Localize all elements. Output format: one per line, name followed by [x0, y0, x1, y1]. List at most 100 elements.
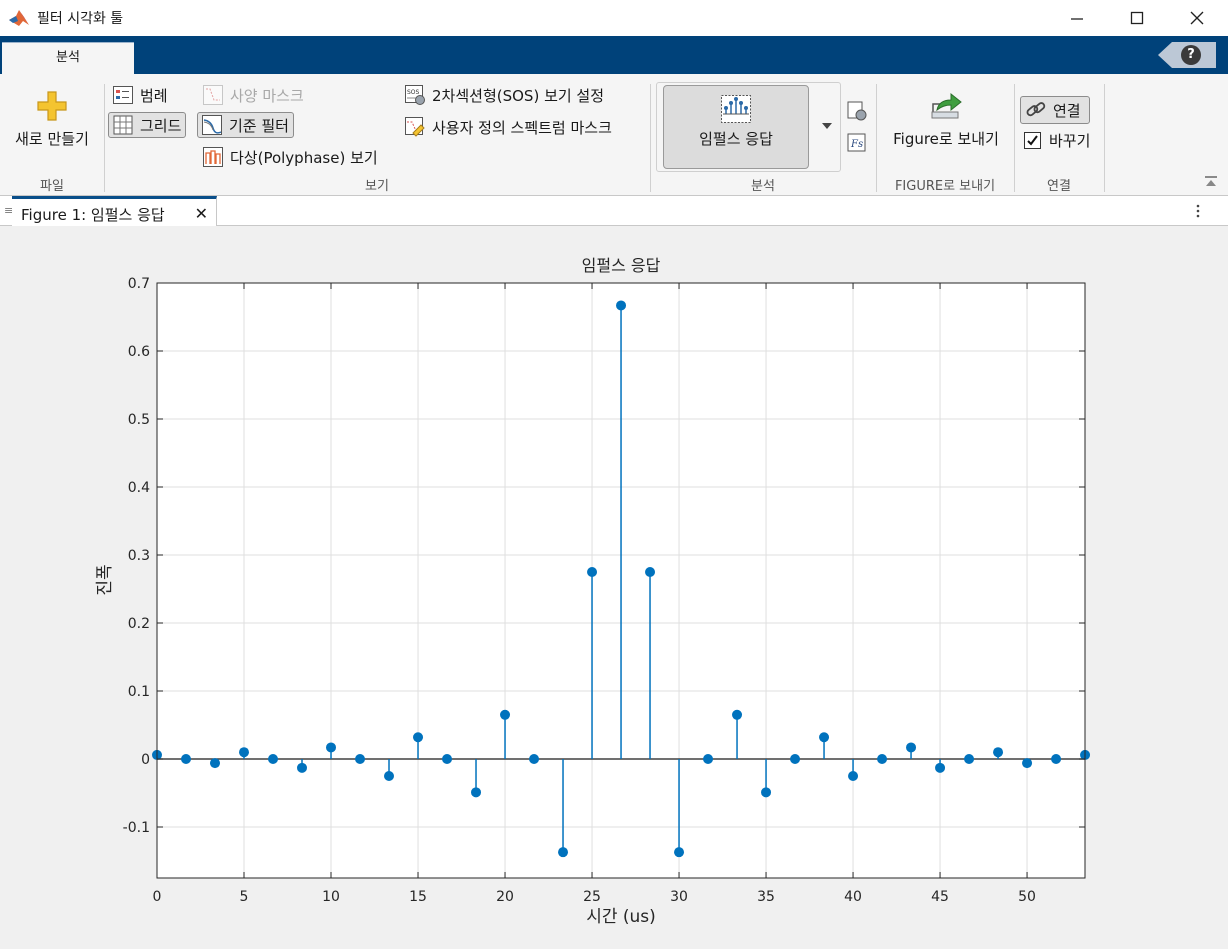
- close-icon: [1190, 11, 1204, 25]
- stem-marker[interactable]: [906, 742, 917, 753]
- sample-rate-button[interactable]: Fs: [846, 132, 874, 154]
- export-figure-label: Figure로 보내기: [893, 130, 999, 148]
- stem-marker[interactable]: [413, 732, 424, 743]
- impulse-response-icon: [721, 95, 751, 123]
- sample-rate-icon: Fs: [847, 133, 866, 152]
- close-button[interactable]: [1167, 0, 1227, 36]
- x-tick-label: 35: [757, 889, 775, 905]
- stem-marker[interactable]: [529, 754, 540, 764]
- stem-marker[interactable]: [1022, 758, 1033, 769]
- x-tick-label: 45: [931, 889, 949, 905]
- legend-label: 범례: [140, 86, 168, 105]
- help-icon: ?: [1181, 45, 1201, 65]
- sos-view-settings-button[interactable]: SOS 2차섹션형(SOS) 보기 설정: [404, 84, 604, 106]
- window-title: 필터 시각화 툴: [37, 11, 124, 27]
- link-label: 연결: [1053, 101, 1081, 120]
- section-label-analysis: 분석: [751, 179, 775, 194]
- section-label-file: 파일: [40, 179, 64, 194]
- polyphase-view-button[interactable]: 다상(Polyphase) 보기: [202, 146, 378, 168]
- new-button[interactable]: 새로 만들기: [6, 88, 98, 158]
- impulse-response-label: 임펄스 응답: [699, 130, 773, 148]
- y-tick-label: -0.1: [123, 820, 150, 836]
- figure-canvas: 0 5 10 15 20 25 30 35 40 45 50 -0.1 0 0.1 0.2 0.3 0.4 0.…: [0, 227, 1228, 949]
- stem-marker[interactable]: [877, 754, 888, 764]
- document-tab-bar: ≡ Figure 1: 임펄스 응답 ✕: [0, 196, 1228, 226]
- tab-analysis[interactable]: 분석: [2, 42, 134, 74]
- stem-marker[interactable]: [790, 754, 801, 764]
- replace-checkbox[interactable]: 바꾸기: [1024, 130, 1090, 151]
- stem-marker[interactable]: [732, 709, 743, 720]
- stem-marker[interactable]: [297, 762, 308, 773]
- link-button[interactable]: 연결: [1020, 96, 1090, 124]
- section-divider: [1104, 84, 1105, 192]
- stem-marker[interactable]: [1051, 754, 1062, 764]
- stem-marker[interactable]: [848, 771, 859, 781]
- figure-document-tab[interactable]: Figure 1: 임펄스 응답 ✕: [12, 196, 217, 226]
- minimize-icon: [1071, 18, 1083, 20]
- stem-marker[interactable]: [326, 742, 337, 753]
- figure-tab-label: Figure 1: 임펄스 응답: [21, 206, 165, 224]
- stem-marker[interactable]: [384, 771, 395, 781]
- collapse-ribbon-icon[interactable]: [1203, 174, 1219, 190]
- user-mask-label: 사용자 정의 스펙트럼 마스크: [432, 118, 612, 137]
- stem-marker[interactable]: [587, 567, 598, 577]
- section-label-view: 보기: [365, 179, 389, 194]
- stem-marker[interactable]: [558, 847, 569, 858]
- stem-marker[interactable]: [761, 787, 772, 798]
- stem-marker[interactable]: [355, 754, 366, 764]
- polyphase-icon: [203, 147, 223, 167]
- sos-icon: SOS: [405, 85, 425, 105]
- x-tick-label: 0: [153, 889, 162, 905]
- y-tick-label: 0.4: [128, 480, 150, 496]
- stem-marker[interactable]: [471, 787, 482, 798]
- x-tick-label: 25: [583, 889, 601, 905]
- x-tick-label: 20: [496, 889, 514, 905]
- section-label-export: FIGURE로 보내기: [894, 179, 996, 194]
- maximize-button[interactable]: [1107, 0, 1167, 36]
- stem-marker[interactable]: [703, 754, 714, 764]
- gallery-dropdown-button[interactable]: [815, 114, 839, 138]
- app-window: 필터 시각화 툴 분석 ? 새로 만들기 파일 범례 그리드 사양 마스크 기준…: [0, 0, 1228, 949]
- y-tick-label: 0.1: [128, 684, 150, 700]
- stem-marker[interactable]: [268, 754, 279, 764]
- help-button[interactable]: ?: [1158, 42, 1216, 68]
- spec-mask-button[interactable]: 사양 마스크: [202, 84, 304, 106]
- reference-filter-button[interactable]: 기준 필터: [197, 112, 294, 138]
- more-options-icon[interactable]: [1192, 202, 1204, 220]
- stem-marker[interactable]: [209, 758, 220, 769]
- user-spectral-mask-button[interactable]: 사용자 정의 스펙트럼 마스크: [404, 116, 612, 138]
- plus-icon: [37, 91, 67, 121]
- stem-marker[interactable]: [645, 567, 656, 577]
- grid-toggle-button[interactable]: 그리드: [108, 112, 187, 138]
- sos-label: 2차섹션형(SOS) 보기 설정: [432, 86, 605, 105]
- checkbox-box[interactable]: [1024, 132, 1041, 149]
- stem-marker[interactable]: [964, 754, 975, 764]
- stem-marker[interactable]: [442, 754, 453, 764]
- stem-marker[interactable]: [935, 762, 946, 773]
- stem-marker[interactable]: [819, 732, 830, 743]
- x-tick-label: 5: [240, 889, 249, 905]
- svg-text:Fs: Fs: [850, 139, 863, 150]
- stem-marker[interactable]: [616, 300, 627, 311]
- x-axis-label: 시간 (us): [586, 907, 656, 927]
- x-tick-label: 10: [322, 889, 340, 905]
- export-arrow-icon: [931, 92, 962, 119]
- minimize-button[interactable]: [1047, 0, 1107, 36]
- stem-marker[interactable]: [239, 747, 250, 758]
- impulse-response-plot[interactable]: 0 5 10 15 20 25 30 35 40 45 50 -0.1 0 0.1 0.2 0.3 0.4 0.…: [0, 227, 1228, 949]
- analysis-options-button[interactable]: [846, 100, 874, 122]
- stem-marker[interactable]: [674, 847, 685, 858]
- stem-marker[interactable]: [500, 709, 511, 720]
- stem-marker[interactable]: [181, 754, 192, 764]
- x-tick-label: 15: [409, 889, 427, 905]
- stem-marker[interactable]: [993, 747, 1004, 758]
- matlab-logo-icon: [9, 10, 29, 26]
- ribbon: 새로 만들기 파일 범례 그리드 사양 마스크 기준 필터 다상(Polypha…: [0, 74, 1228, 196]
- replace-label: 바꾸기: [1049, 132, 1091, 150]
- export-figure-button[interactable]: Figure로 보내기: [884, 88, 1008, 158]
- legend-button[interactable]: 범례: [112, 84, 168, 106]
- y-tick-label: 0.2: [128, 616, 150, 632]
- x-tick-label: 30: [670, 889, 688, 905]
- impulse-response-button[interactable]: 임펄스 응답: [663, 85, 809, 169]
- close-tab-icon[interactable]: ✕: [195, 204, 208, 223]
